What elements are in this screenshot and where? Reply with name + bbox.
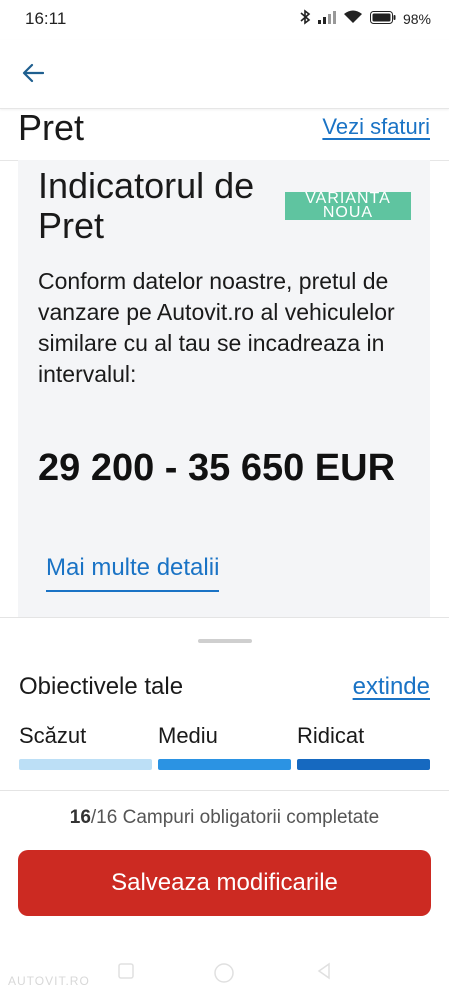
save-changes-button[interactable]: Salveaza modificarile [18, 850, 431, 916]
goals-title: Obiectivele tale [19, 673, 184, 700]
recents-icon[interactable] [114, 962, 138, 986]
app-bar [0, 40, 449, 109]
price-range: 29 200 - 35 650 EUR [38, 447, 396, 489]
level-bar-high[interactable] [297, 759, 430, 770]
section-header: Pret Vezi sfaturi [0, 108, 449, 161]
level-label-low: Scăzut [19, 723, 87, 748]
bottom-sheet: Obiectivele tale extinde Scăzut Mediu Ri… [0, 617, 449, 999]
battery-icon [369, 10, 396, 27]
divider [0, 790, 449, 791]
page-title: Pret [18, 107, 85, 148]
more-details-link[interactable]: Mai multe detalii [46, 554, 220, 592]
new-badge: VARIANTA NOUA [285, 192, 411, 220]
card-description: Conform datelor noastre, pretul de vanza… [38, 268, 395, 387]
signal-icon [317, 10, 336, 27]
fields-completed-count: 16 [69, 807, 91, 828]
level-label-medium: Mediu [158, 723, 218, 748]
home-icon[interactable] [212, 962, 236, 986]
system-nav-bar: AUTOVIT.RO [0, 958, 449, 999]
battery-level: 98% [402, 10, 431, 27]
wifi-icon [343, 10, 363, 27]
expand-link[interactable]: extinde [353, 673, 430, 701]
level-bar-medium[interactable] [158, 759, 291, 770]
back-nav-icon[interactable] [312, 962, 336, 986]
bluetooth-icon [299, 9, 311, 28]
drag-handle[interactable] [198, 639, 252, 643]
status-icons: 98% [299, 9, 431, 28]
tips-link[interactable]: Vezi sfaturi [322, 114, 430, 140]
status-time: 16:11 [25, 9, 67, 28]
arrow-left-icon [22, 63, 45, 88]
fields-total-text: /16 Campuri obligatorii completate [90, 807, 380, 828]
level-label-high: Ridicat [297, 723, 365, 748]
level-bar-low[interactable] [19, 759, 152, 770]
status-bar: 16:11 98% [0, 0, 449, 40]
card-title: Indicatorul de Pret [38, 165, 255, 246]
required-fields-status: 16/16 Campuri obligatorii completate [0, 807, 449, 829]
back-button[interactable] [20, 62, 46, 88]
watermark-logo: AUTOVIT.RO [8, 974, 90, 988]
price-indicator-card: Indicatorul de Pret VARIANTA NOUA Confor… [18, 160, 430, 618]
